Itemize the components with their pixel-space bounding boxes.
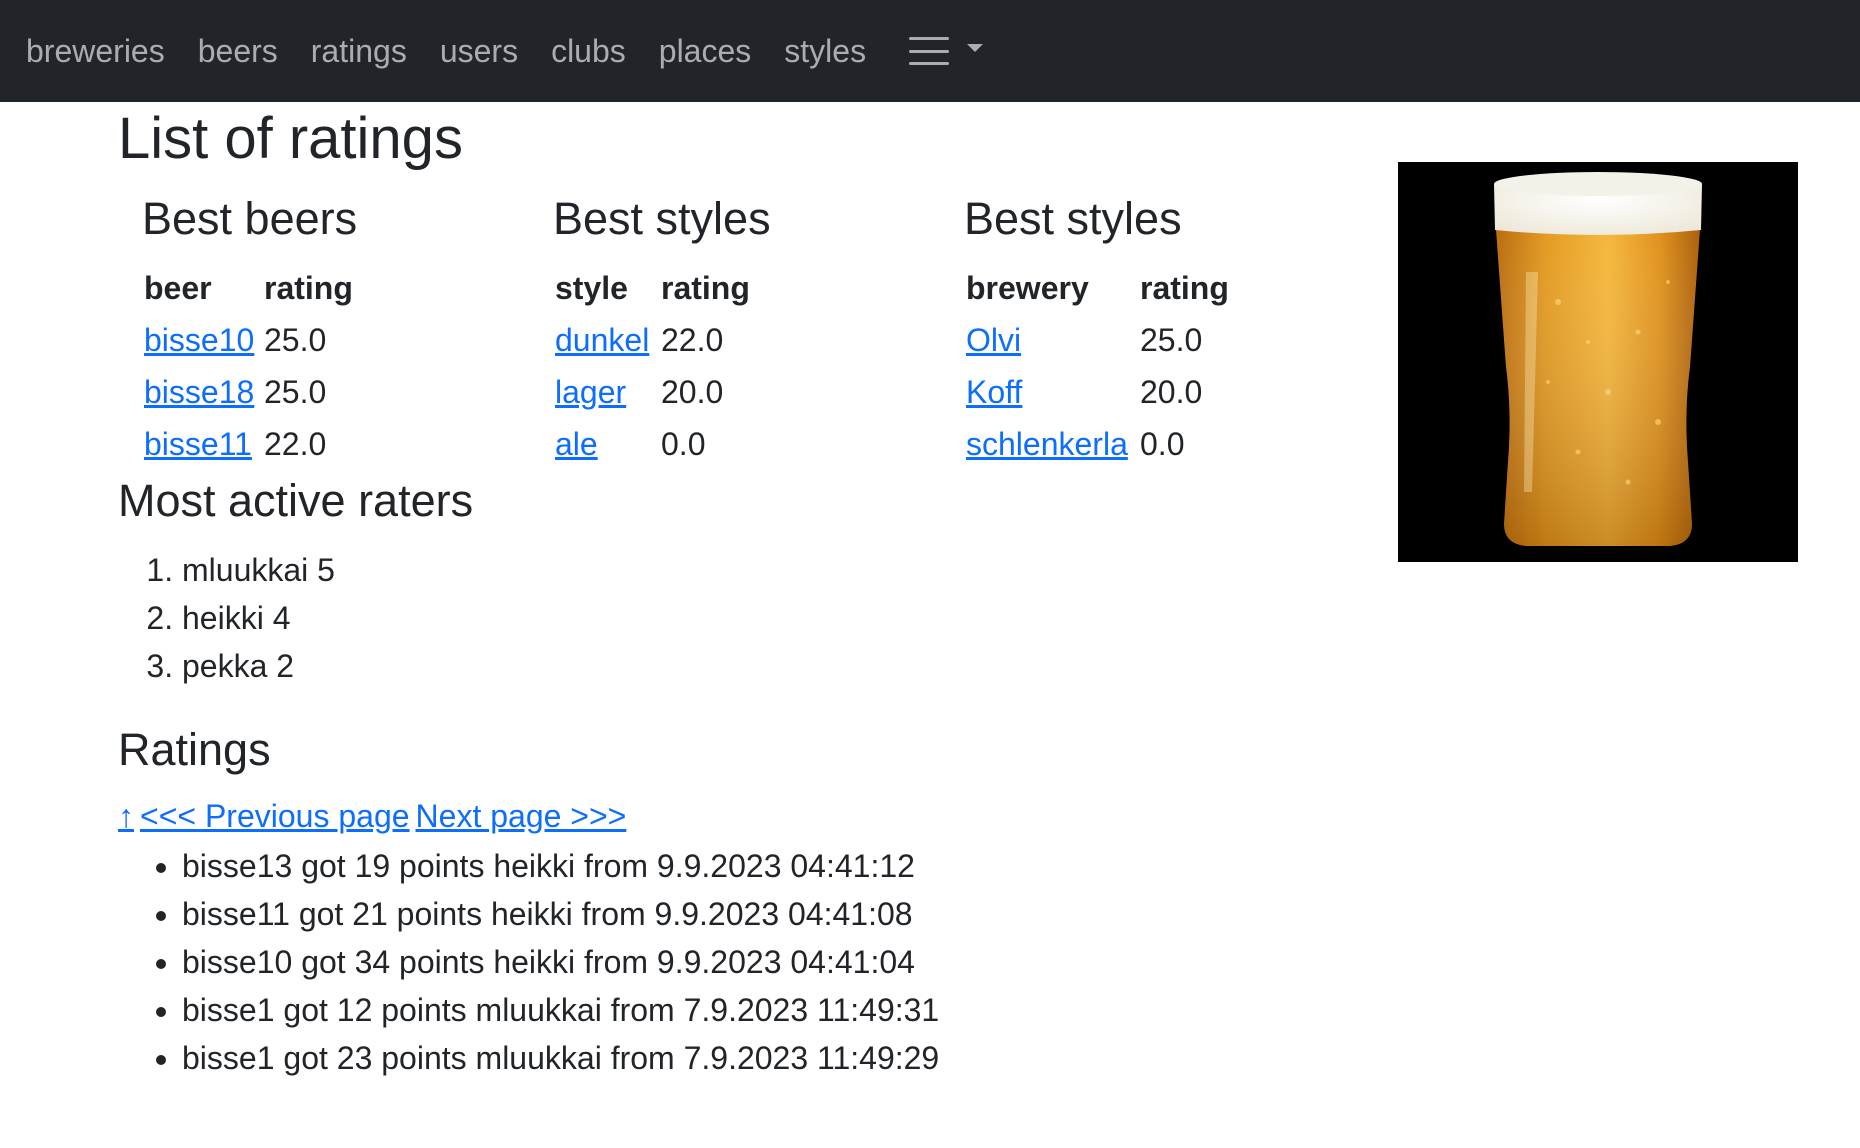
- beer-link[interactable]: bisse10: [144, 322, 254, 358]
- list-item: bisse11 got 21 points heikki from 9.9.20…: [182, 890, 939, 938]
- style-link[interactable]: ale: [555, 426, 598, 462]
- ratings-title: Ratings: [118, 724, 271, 775]
- column-header-beer: beer: [144, 269, 212, 306]
- rating-value: 25.0: [1140, 321, 1203, 358]
- table-header-row: beer rating: [144, 262, 353, 314]
- pagination: ↑ <<< Previous page Next page >>>: [118, 798, 632, 835]
- column-header-rating: rating: [661, 269, 750, 306]
- nav-link-ratings[interactable]: ratings: [311, 35, 407, 67]
- previous-page-link[interactable]: <<< Previous page: [140, 798, 410, 834]
- top-navbar: breweries beers ratings users clubs plac…: [0, 0, 1860, 102]
- beer-glass-image: [1398, 162, 1798, 562]
- best-styles-table: style rating dunkel 22.0 lager 20.0 ale …: [555, 262, 750, 470]
- column-header-style: style: [555, 269, 628, 306]
- table-row: Olvi 25.0: [966, 314, 1229, 366]
- nav-link-beers[interactable]: beers: [198, 35, 278, 67]
- hamburger-bar: [909, 49, 950, 53]
- ratings-list: bisse13 got 19 points heikki from 9.9.20…: [100, 842, 939, 1082]
- list-item: heikki 4: [182, 594, 335, 642]
- rating-value: 0.0: [661, 425, 706, 462]
- best-beers-table: beer rating bisse10 25.0 bisse18 25.0 bi…: [144, 262, 353, 470]
- caret-down-icon[interactable]: [967, 44, 984, 52]
- beer-link[interactable]: bisse11: [144, 426, 252, 462]
- beer-glass-illustration: [1494, 172, 1702, 546]
- table-header-row: brewery rating: [966, 262, 1229, 314]
- table-row: bisse10 25.0: [144, 314, 353, 366]
- table-row: lager 20.0: [555, 366, 750, 418]
- best-beers-title: Best beers: [142, 193, 358, 244]
- rating-value: 20.0: [1140, 373, 1203, 410]
- best-beers-panel: Best beers beer rating bisse10 25.0 biss…: [142, 192, 357, 470]
- list-item: pekka 2: [182, 642, 335, 690]
- table-row: dunkel 22.0: [555, 314, 750, 366]
- brewery-link[interactable]: Koff: [966, 374, 1022, 410]
- best-breweries-panel: Best styles brewery rating Olvi 25.0 Kof…: [964, 192, 1229, 470]
- best-breweries-table: brewery rating Olvi 25.0 Koff 20.0 schle…: [966, 262, 1229, 470]
- rating-value: 20.0: [661, 373, 724, 410]
- nav-link-users[interactable]: users: [440, 35, 518, 67]
- list-item: bisse1 got 12 points mluukkai from 7.9.2…: [182, 986, 939, 1034]
- rating-value: 0.0: [1140, 425, 1185, 462]
- best-styles-panel: Best styles style rating dunkel 22.0 lag…: [553, 192, 771, 470]
- best-styles-title: Best styles: [553, 193, 771, 244]
- nav-link-breweries[interactable]: breweries: [26, 35, 165, 67]
- active-raters-title: Most active raters: [118, 475, 474, 526]
- column-header-rating: rating: [264, 269, 353, 306]
- table-row: bisse18 25.0: [144, 366, 353, 418]
- hamburger-icon[interactable]: [909, 37, 950, 65]
- nav-link-clubs[interactable]: clubs: [551, 35, 626, 67]
- nav-links: breweries beers ratings users clubs plac…: [26, 35, 899, 67]
- style-link[interactable]: lager: [555, 374, 626, 410]
- nav-link-places[interactable]: places: [659, 35, 752, 67]
- table-header-row: style rating: [555, 262, 750, 314]
- column-header-rating: rating: [1140, 269, 1229, 306]
- rating-value: 25.0: [264, 321, 327, 358]
- rating-value: 22.0: [264, 425, 327, 462]
- table-row: Koff 20.0: [966, 366, 1229, 418]
- hamburger-bar: [909, 62, 950, 65]
- list-item: bisse10 got 34 points heikki from 9.9.20…: [182, 938, 939, 986]
- style-link[interactable]: dunkel: [555, 322, 649, 358]
- page-title: List of ratings: [118, 106, 463, 171]
- hamburger-bar: [909, 37, 950, 40]
- nav-dropdown-toggle[interactable]: [909, 37, 984, 65]
- rating-value: 25.0: [264, 373, 327, 410]
- next-page-link[interactable]: Next page >>>: [416, 798, 627, 834]
- best-breweries-title: Best styles: [964, 193, 1182, 244]
- active-raters-list: mluukkai 5 heikki 4 pekka 2: [100, 546, 335, 690]
- list-item: bisse13 got 19 points heikki from 9.9.20…: [182, 842, 939, 890]
- rating-value: 22.0: [661, 321, 724, 358]
- sort-arrow-link[interactable]: ↑: [118, 798, 134, 834]
- brewery-link[interactable]: schlenkerla: [966, 426, 1128, 462]
- beer-link[interactable]: bisse18: [144, 374, 254, 410]
- table-row: ale 0.0: [555, 418, 750, 470]
- table-row: schlenkerla 0.0: [966, 418, 1229, 470]
- brewery-link[interactable]: Olvi: [966, 322, 1021, 358]
- list-item: mluukkai 5: [182, 546, 335, 594]
- column-header-brewery: brewery: [966, 269, 1089, 306]
- nav-link-styles[interactable]: styles: [784, 35, 866, 67]
- table-row: bisse11 22.0: [144, 418, 353, 470]
- list-item: bisse1 got 23 points mluukkai from 7.9.2…: [182, 1034, 939, 1082]
